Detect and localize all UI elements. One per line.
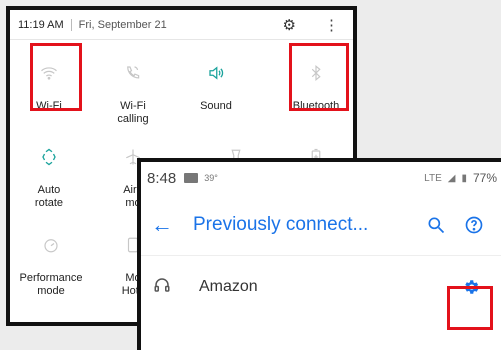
sound-icon — [185, 60, 247, 86]
app-bar: ← Previously connect... — [141, 194, 501, 256]
status-divider — [70, 18, 72, 31]
page-title: Previously connect... — [193, 213, 369, 235]
battery-percent: 77% — [472, 171, 497, 185]
network-label: LTE — [424, 172, 442, 184]
battery-icon: ▮ — [461, 172, 467, 184]
status-date: Fri, September 21 — [78, 18, 167, 31]
performance-mode-tile[interactable]: Performance mode — [16, 232, 86, 298]
headphones-icon — [153, 276, 199, 299]
settings-gear-icon[interactable]: ⚙ — [283, 16, 296, 34]
previously-connected-panel: 8:48 39° LTE ◢ ▮ 77% ← Previously connec… — [137, 158, 501, 350]
status-bar: 11:19 AM Fri, September 21 ⚙ ⋮ — [10, 10, 353, 40]
notification-icon — [184, 173, 199, 183]
status-temperature: 39° — [204, 173, 218, 183]
sound-tile[interactable]: Sound — [185, 60, 247, 113]
auto-rotate-icon — [18, 144, 80, 170]
help-icon[interactable] — [455, 215, 493, 235]
search-icon[interactable] — [417, 215, 455, 235]
bluetooth-highlight-box — [289, 43, 349, 111]
status-time: 8:48 — [147, 169, 177, 187]
status-time: 11:19 AM — [18, 18, 64, 31]
back-arrow-icon[interactable]: ← — [151, 212, 193, 238]
tile-label-wifi-calling: Wi-Fi calling — [117, 100, 149, 126]
tile-label-auto-rotate: Auto rotate — [34, 184, 64, 210]
gear-highlight-box — [447, 286, 493, 330]
wifi-highlight-box — [30, 43, 82, 111]
more-options-icon[interactable]: ⋮ — [324, 16, 339, 34]
signal-icon: ◢ — [447, 172, 456, 184]
wifi-calling-tile[interactable]: Wi-Fi calling — [102, 60, 164, 126]
tile-label-performance: Performance mode — [19, 272, 83, 298]
auto-rotate-tile[interactable]: Auto rotate — [18, 144, 80, 210]
wifi-calling-icon — [102, 60, 164, 86]
tile-label-sound: Sound — [200, 100, 232, 112]
performance-icon — [16, 232, 86, 258]
status-bar: 8:48 39° LTE ◢ ▮ 77% — [141, 162, 501, 194]
device-name: Amazon — [199, 278, 258, 295]
